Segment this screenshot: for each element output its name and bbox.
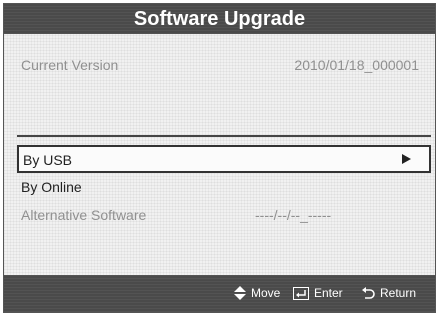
move-label: Move <box>251 286 281 300</box>
return-hint: Return <box>361 286 416 300</box>
return-label: Return <box>380 286 417 300</box>
current-version-label: Current Version <box>21 57 119 73</box>
right-arrow-icon <box>402 154 411 164</box>
footer-bar: Move Enter Return <box>4 275 435 312</box>
current-version-value: 2010/01/18_000001 <box>294 57 419 73</box>
return-icon <box>362 286 375 299</box>
menu-item-label: By USB <box>23 152 73 168</box>
divider <box>17 135 431 137</box>
menu-item-alternative-software: Alternative Software ----/--/--_----- <box>17 202 431 230</box>
dialog-title: Software Upgrade <box>4 4 435 34</box>
enter-icon <box>293 286 309 300</box>
enter-hint: Enter <box>293 286 343 300</box>
menu-item-by-usb[interactable]: By USB <box>17 145 431 173</box>
menu-item-label: Alternative Software <box>21 207 147 223</box>
menu-item-by-online[interactable]: By Online <box>17 174 431 202</box>
alternative-software-value: ----/--/--_----- <box>255 207 332 223</box>
software-upgrade-dialog: Software Upgrade Current Version 2010/01… <box>3 3 436 313</box>
up-down-arrow-icon <box>234 286 246 300</box>
enter-label: Enter <box>314 286 343 300</box>
menu-item-label: By Online <box>21 179 82 195</box>
move-hint: Move <box>234 286 280 300</box>
